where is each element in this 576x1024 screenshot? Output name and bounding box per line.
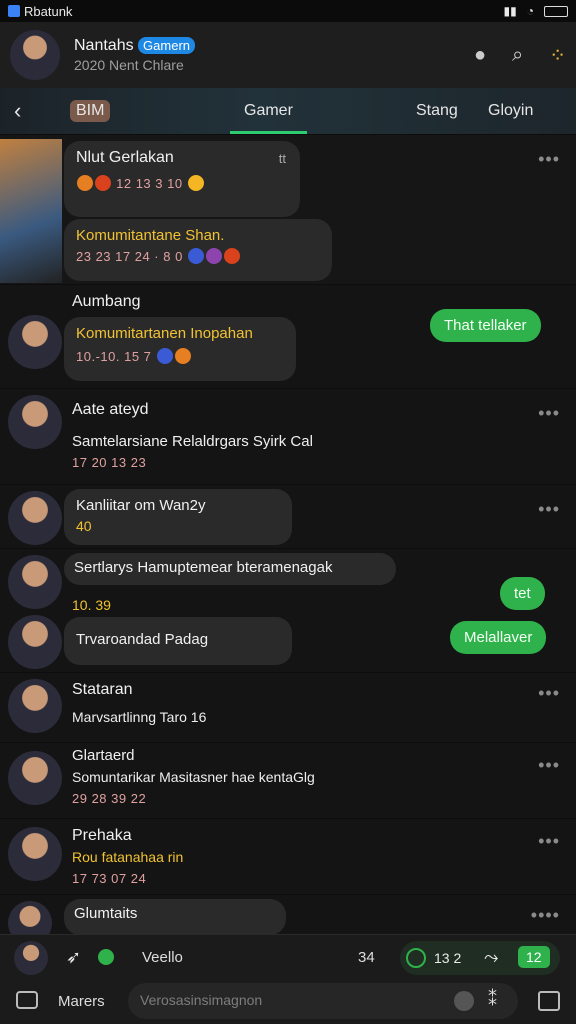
tab-stang[interactable]: Stang [416,88,458,134]
composer-left-label: Marers [58,993,105,1010]
share-icon[interactable]: ⤳ [484,947,498,968]
reaction-pill[interactable]: 13 2 ⤳ 12 [400,941,560,975]
message-bubble[interactable]: Kanliitar om Wan2y 40 [64,489,292,545]
game-art-image [0,139,62,283]
more-options-icon[interactable]: ••• [538,831,560,852]
sender-name: Prehaka [72,827,132,844]
chat-title: Nantahs Gamern [74,35,196,57]
tab-bim[interactable]: BIM [70,88,111,134]
message-bubble[interactable]: Glumtaits [64,899,286,934]
message-row: Stataran Marvsartlinng Taro 16 ••• [0,672,576,742]
message-bubble[interactable]: Trvaroandad Padag [64,617,292,665]
message-row: Kanliitar om Wan2y 40 ••• [0,484,576,548]
more-options-icon[interactable]: ••• [538,755,560,776]
chat-subtitle: 2020 Nent Chlare [74,57,184,74]
message-feed[interactable]: Nlut Gerlakan tt 12 13 3 10 ••• Komumita… [0,134,576,934]
composer-label: Veello [142,949,183,966]
emoji-icon [156,348,173,364]
sent-message-bubble[interactable]: That tellaker [430,309,541,342]
sent-message-bubble[interactable]: tet [500,577,545,610]
more-options-icon[interactable]: ••• [538,403,560,424]
tab-bar: ‹ BIM Gamer Stang Gloyin [0,88,576,134]
message-row: Glartaerd Somuntarikar Masitasner hae ke… [0,742,576,818]
sender-name: Aate ateyd [72,401,149,418]
emoji-icon [77,175,93,191]
status-dot-icon [98,949,114,965]
app-square-icon [8,5,20,17]
check-icon [406,948,426,968]
user-avatar[interactable] [8,679,62,733]
wifi-icon: ◔ [526,4,534,18]
signal-icon: ▮▮ [503,4,517,18]
composer: ➶ Veello 34 13 2 ⤳ 12 Marers Verosasinsi… [0,934,576,1024]
user-avatar[interactable] [8,315,62,369]
emoji-icon [95,175,111,191]
tab-gamer[interactable]: Gamer [230,88,307,134]
more-options-icon[interactable]: •••• [531,905,560,926]
message-bubble[interactable]: Komumitartanen Inopahan 10.-10. 15 7 [64,317,296,381]
emoji-icon[interactable] [454,991,474,1011]
group-tag: Gamern [138,36,196,55]
status-bar: Rbatunk ▮▮ ◔ [0,0,576,22]
user-avatar[interactable] [8,901,52,934]
user-avatar[interactable] [8,395,62,449]
battery-icon [544,5,568,17]
more-options-icon[interactable]: ••• [538,683,560,704]
emoji-icon [187,248,204,264]
sent-message-bubble[interactable]: Melallaver [450,621,547,654]
profile-icon[interactable]: ● [474,44,486,67]
group-avatar[interactable] [10,30,60,80]
message-row: Glumtaits •••• [0,894,576,934]
count-badge: 12 [518,946,550,968]
user-avatar[interactable] [8,555,62,609]
message-row: Sertlarys Hamuptemear bteramenagak 10. 3… [0,548,576,672]
menu-dots-icon[interactable]: ⁘ [549,43,566,68]
message-row: Nlut Gerlakan tt 12 13 3 10 ••• Komumita… [0,134,576,284]
camera-icon[interactable] [16,991,38,1009]
arrow-icon[interactable]: ➶ [66,947,81,968]
sender-name: Glartaerd [72,747,135,764]
message-row: Aate ateyd Samtelarsiane Relaldrgars Syi… [0,388,576,484]
emoji-icon [205,248,222,264]
emoji-icon [223,248,240,264]
message-input[interactable]: Verosasinsimagnon ⁑ [128,983,518,1019]
count-text: 34 [358,949,375,966]
more-options-icon[interactable]: ••• [538,149,560,170]
message-bubble[interactable]: Sertlarys Hamuptemear bteramenagak [64,553,396,585]
carrier-text: Rbatunk [24,3,73,19]
user-avatar[interactable] [8,491,62,545]
emoji-icon [187,175,204,191]
user-avatar[interactable] [8,751,62,805]
store-icon[interactable] [538,991,560,1011]
user-avatar[interactable] [8,615,62,669]
sender-name: Stataran [72,681,133,698]
message-row: Aumbang Komumitartanen Inopahan 10.-10. … [0,284,576,388]
sender-name: Aumbang [72,293,141,310]
search-icon[interactable]: ⌕ [512,44,523,67]
chat-header: Nantahs Gamern 2020 Nent Chlare ● ⌕ ⁘ [0,22,576,88]
emoji-icon [174,348,191,364]
message-badge: tt [278,151,286,166]
message-bubble[interactable]: Komumitantane Shan. 23 23 17 24 · 8 0 [64,219,332,281]
message-row: Prehaka Rou fatanahaa rin 17 73 07 24 ••… [0,818,576,894]
message-bubble[interactable]: Nlut Gerlakan tt 12 13 3 10 [64,141,300,217]
tab-gloyin[interactable]: Gloyin [488,88,533,134]
user-avatar[interactable] [8,827,62,881]
gif-icon[interactable]: ⁑ [488,989,497,1010]
more-options-icon[interactable]: ••• [538,499,560,520]
back-arrow-icon[interactable]: ‹ [14,88,21,134]
my-avatar[interactable] [14,941,48,975]
